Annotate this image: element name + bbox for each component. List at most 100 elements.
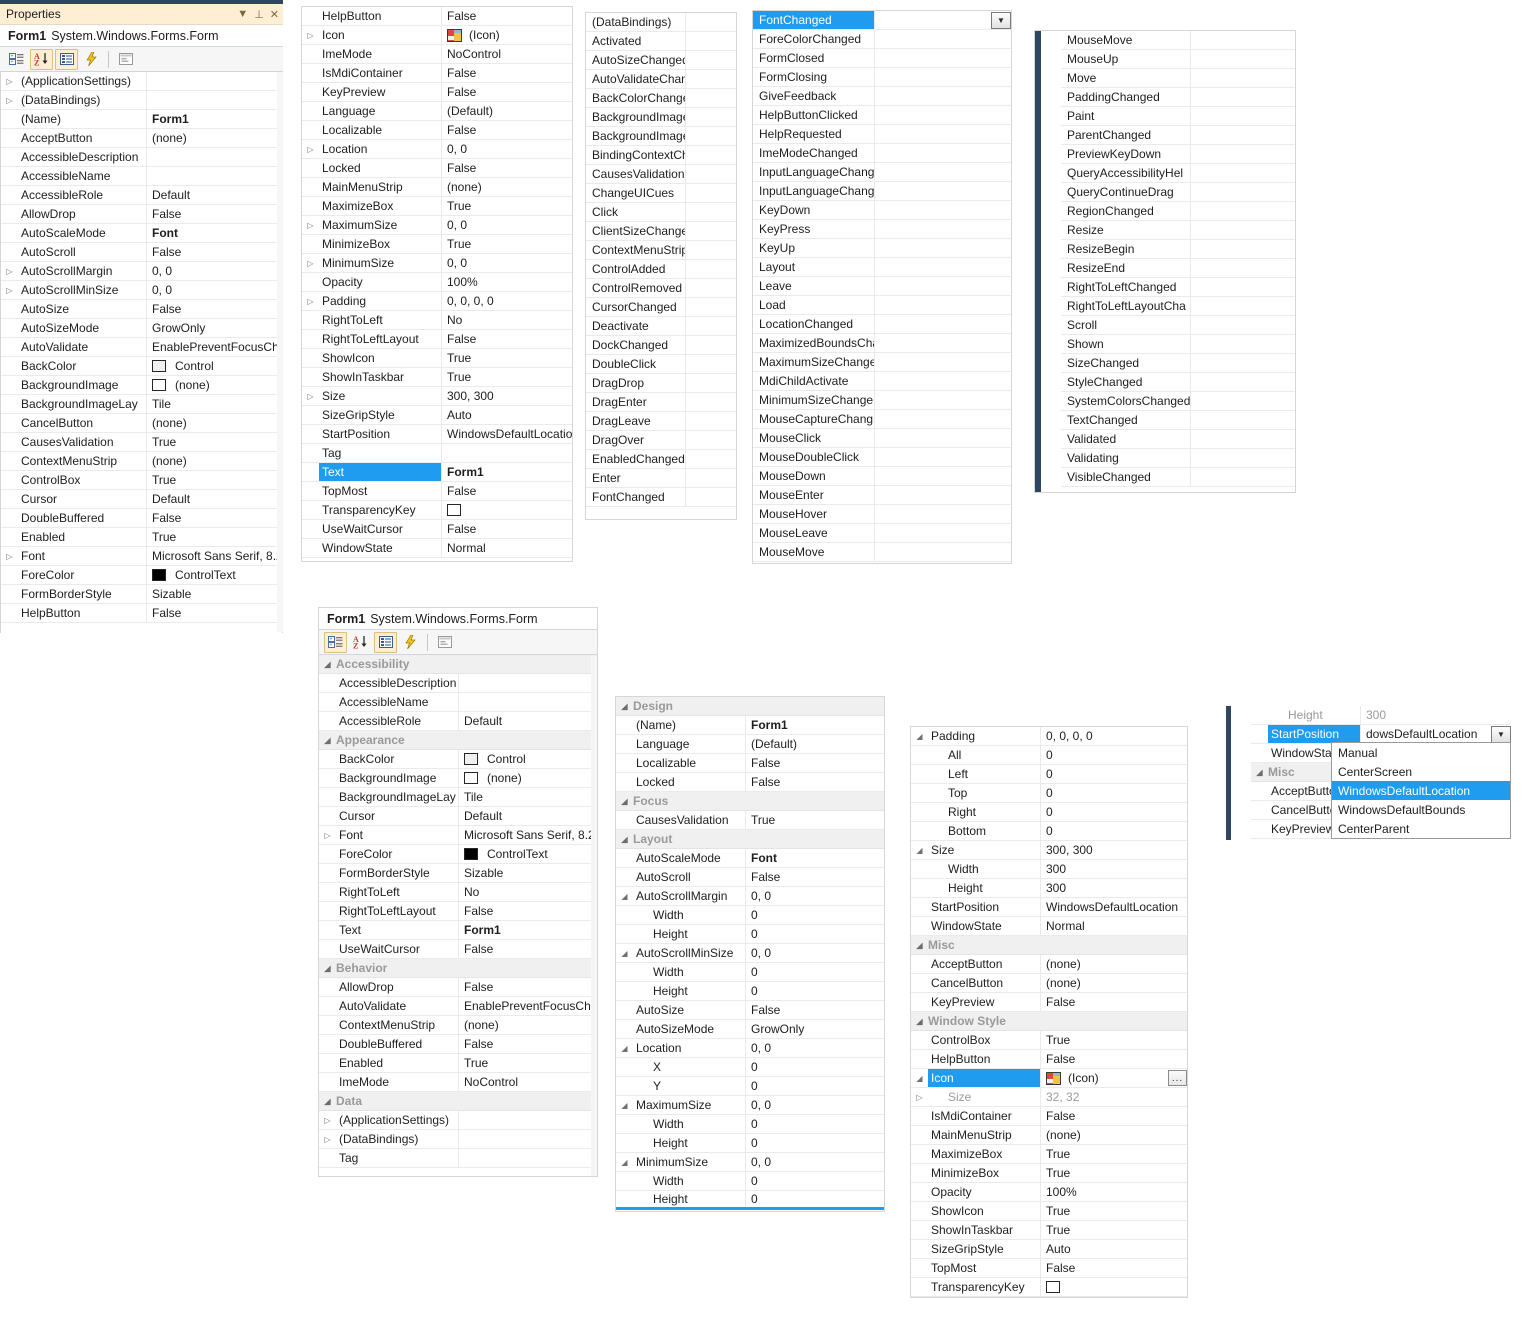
event-handler-value[interactable] — [875, 391, 1011, 409]
property-row[interactable]: IsMdiContainer False — [911, 1107, 1187, 1126]
property-row[interactable]: ▷ AutoScrollMinSize 0, 0 — [1, 281, 282, 300]
expand-triangle-icon[interactable]: ▷ — [302, 216, 319, 234]
property-value[interactable]: False — [746, 754, 884, 772]
event-handler-value[interactable] — [875, 87, 1011, 105]
event-handler-value[interactable] — [686, 279, 736, 297]
collapse-triangle-icon[interactable]: ◢ — [319, 1097, 336, 1106]
property-value[interactable]: (Default) — [442, 102, 572, 120]
property-value[interactable]: False — [1041, 1259, 1187, 1277]
property-row[interactable]: AccessibleName — [1, 167, 282, 186]
scrollbar-vertical[interactable] — [591, 656, 597, 1176]
property-value[interactable]: EnablePreventFocusChange — [459, 997, 597, 1015]
property-value[interactable]: False — [442, 7, 572, 25]
dropdown-option[interactable]: CenterScreen — [1332, 762, 1510, 781]
event-handler-value[interactable] — [1191, 145, 1295, 163]
event-handler-value[interactable] — [875, 429, 1011, 447]
event-row[interactable]: DoubleClick — [586, 355, 736, 374]
event-handler-value[interactable] — [686, 317, 736, 335]
categorized-grid[interactable]: ◢ Accessibility AccessibleDescription Acces… — [319, 655, 597, 1168]
property-value[interactable]: 0, 0 — [442, 216, 572, 234]
property-row[interactable]: Opacity 100% — [911, 1183, 1187, 1202]
property-value[interactable]: Form1 — [147, 110, 282, 128]
property-row[interactable]: BackColor Control — [1, 357, 282, 376]
property-value[interactable]: 0 — [746, 906, 884, 924]
category-header[interactable]: ◢ Window Style — [911, 1012, 1187, 1031]
collapse-triangle-icon[interactable]: ◢ — [911, 1017, 928, 1026]
event-handler-value[interactable] — [686, 32, 736, 50]
event-row[interactable]: Click — [586, 203, 736, 222]
property-row[interactable]: (Name) Form1 — [616, 716, 884, 735]
event-row[interactable]: Layout — [753, 258, 1011, 277]
expand-triangle-icon[interactable]: ▷ — [911, 1088, 928, 1106]
property-row[interactable]: Height 0 — [616, 982, 884, 1001]
property-row[interactable]: ▷ AutoScrollMargin 0, 0 — [1, 262, 282, 281]
property-row[interactable]: AcceptButton (none) — [1, 129, 282, 148]
property-row[interactable]: ShowIcon True — [911, 1202, 1187, 1221]
startposition-dropdown-list[interactable]: Manual CenterScreen WindowsDefaultLocation… — [1331, 742, 1511, 839]
property-value[interactable]: Default — [147, 490, 282, 508]
event-handler-value[interactable] — [1191, 335, 1295, 353]
event-row[interactable]: ControlAdded — [586, 260, 736, 279]
property-row[interactable]: Right 0 — [911, 803, 1187, 822]
property-value[interactable]: 300, 300 — [1041, 841, 1187, 859]
property-value[interactable]: False — [746, 868, 884, 886]
event-row[interactable]: MouseEnter — [753, 486, 1011, 505]
event-row[interactable]: RegionChanged — [1061, 202, 1295, 221]
collapse-triangle-icon[interactable]: ◢ — [616, 835, 633, 844]
property-row[interactable]: ▷ Padding 0, 0, 0, 0 — [302, 292, 572, 311]
properties-page-icon[interactable] — [55, 48, 78, 70]
property-row[interactable]: Opacity 100% — [302, 273, 572, 292]
property-value[interactable]: Sizable — [459, 864, 597, 882]
event-handler-value[interactable] — [686, 51, 736, 69]
property-row[interactable]: StartPosition WindowsDefaultLocation — [302, 425, 572, 444]
property-row[interactable]: AutoValidate EnablePreventFocusChange — [319, 997, 597, 1016]
property-value[interactable]: 300 — [1041, 860, 1187, 878]
event-row[interactable]: (DataBindings) — [586, 13, 736, 32]
event-handler-value[interactable] — [1191, 468, 1295, 486]
event-handler-value[interactable] — [686, 450, 736, 468]
property-value[interactable]: (none) — [1041, 955, 1187, 973]
event-handler-value[interactable] — [1191, 278, 1295, 296]
events-list-2[interactable]: FontChanged ▼ ForeColorChanged FormClosed Fo… — [753, 11, 1011, 562]
expand-triangle-icon[interactable]: ▷ — [1, 547, 18, 565]
event-handler-value[interactable] — [875, 505, 1011, 523]
property-value[interactable]: Normal — [1041, 917, 1187, 935]
event-row[interactable]: AutoSizeChanged — [586, 51, 736, 70]
property-row[interactable]: RightToLeftLayout False — [319, 902, 597, 921]
event-row[interactable]: DragEnter — [586, 393, 736, 412]
property-row[interactable]: Height 0 — [616, 925, 884, 944]
property-row[interactable]: CancelButton (none) — [911, 974, 1187, 993]
property-row[interactable]: Left 0 — [911, 765, 1187, 784]
event-handler-value[interactable] — [875, 353, 1011, 371]
event-handler-value[interactable] — [686, 241, 736, 259]
expand-triangle-icon[interactable]: ▷ — [302, 254, 319, 272]
event-row[interactable]: MouseDown — [753, 467, 1011, 486]
property-value[interactable]: Tile — [147, 395, 282, 413]
property-value[interactable]: 0, 0 — [147, 262, 282, 280]
property-row[interactable]: IsMdiContainer False — [302, 64, 572, 83]
collapse-triangle-icon[interactable]: ◢ — [319, 660, 336, 669]
property-value[interactable]: False — [147, 300, 282, 318]
property-row[interactable]: HelpButton False — [1, 604, 282, 623]
property-value[interactable]: True — [442, 197, 572, 215]
event-row[interactable]: Load — [753, 296, 1011, 315]
dropdown-option[interactable]: WindowsDefaultBounds — [1332, 800, 1510, 819]
dropdown-option[interactable]: Manual — [1332, 743, 1510, 762]
property-row[interactable]: Width 0 — [616, 1115, 884, 1134]
property-row[interactable]: ◢ Icon (Icon)... — [911, 1069, 1187, 1088]
property-row[interactable]: ContextMenuStrip (none) — [1, 452, 282, 471]
property-row[interactable]: CausesValidation True — [616, 811, 884, 830]
property-value[interactable]: ControlText — [459, 845, 597, 863]
property-row[interactable]: RightToLeftLayout False — [302, 330, 572, 349]
property-row[interactable]: All 0 — [911, 746, 1187, 765]
category-header[interactable]: ◢ Appearance — [319, 731, 597, 750]
property-row[interactable]: AutoScroll False — [616, 868, 884, 887]
event-handler-value[interactable] — [686, 222, 736, 240]
alphabetical-sort-icon[interactable]: AZ — [349, 632, 372, 653]
event-handler-value[interactable] — [686, 260, 736, 278]
property-row[interactable]: Localizable False — [302, 121, 572, 140]
property-value[interactable]: False — [442, 64, 572, 82]
property-row[interactable]: AutoSize False — [616, 1001, 884, 1020]
ellipsis-button[interactable]: ... — [1168, 1070, 1187, 1086]
property-row[interactable]: ▷ Size 300, 300 — [302, 387, 572, 406]
